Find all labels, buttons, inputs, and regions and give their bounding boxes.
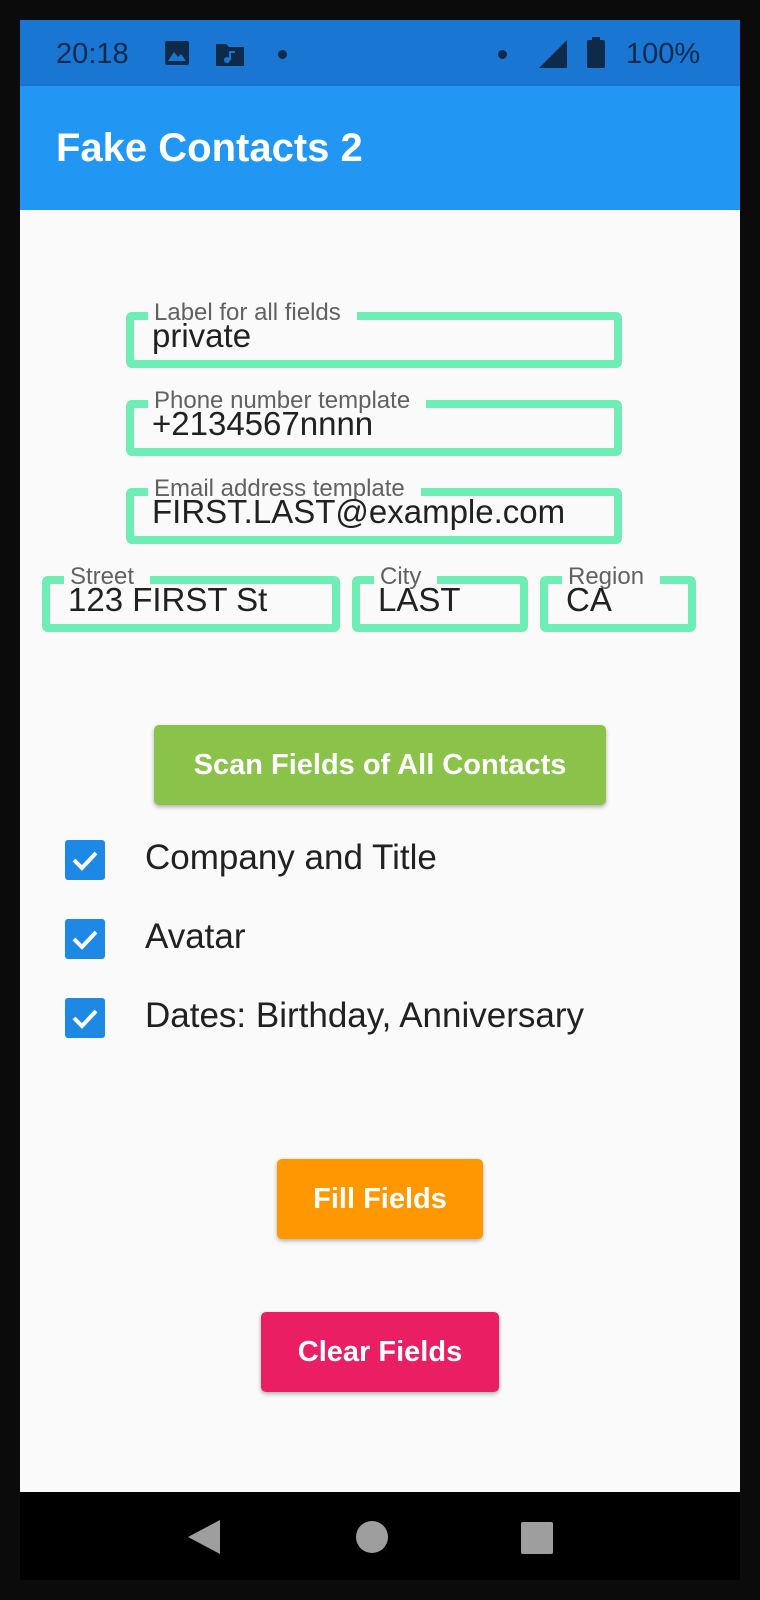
- scan-fields-button[interactable]: Scan Fields of All Contacts: [154, 725, 606, 805]
- field-value[interactable]: LAST: [378, 580, 461, 620]
- signal-icon: [537, 38, 569, 75]
- fill-fields-button[interactable]: Fill Fields: [277, 1159, 483, 1239]
- music-folder-icon: [214, 40, 246, 73]
- checkbox-dates[interactable]: [65, 998, 105, 1038]
- field-value[interactable]: FIRST.LAST@example.com: [152, 492, 565, 532]
- street-input[interactable]: Street 123 FIRST St: [42, 564, 340, 632]
- email-template-input[interactable]: Email address template FIRST.LAST@exampl…: [126, 476, 622, 544]
- recents-icon[interactable]: [520, 1521, 554, 1560]
- city-input[interactable]: City LAST: [352, 564, 528, 632]
- dot-icon: [278, 50, 287, 59]
- app-title: Fake Contacts 2: [56, 126, 363, 170]
- field-value[interactable]: private: [152, 316, 251, 356]
- field-value[interactable]: +2134567nnnn: [152, 404, 373, 444]
- status-time: 20:18: [56, 38, 129, 70]
- app-bar: Fake Contacts 2: [20, 86, 740, 210]
- battery-percent: 100%: [626, 38, 701, 70]
- clear-fields-button[interactable]: Clear Fields: [261, 1312, 499, 1392]
- back-icon[interactable]: [186, 1518, 222, 1561]
- checkbox-label[interactable]: Dates: Birthday, Anniversary: [145, 996, 584, 1036]
- field-value[interactable]: CA: [566, 580, 612, 620]
- checkmark-icon: [72, 1009, 98, 1029]
- dot-icon: [498, 50, 507, 59]
- phone-screen: 20:18 100% Fake Contacts 2 Label for all…: [20, 20, 740, 1580]
- image-icon: [164, 40, 190, 71]
- checkbox-label[interactable]: Avatar: [145, 917, 246, 957]
- checkbox-label[interactable]: Company and Title: [145, 838, 437, 878]
- navigation-bar: [20, 1492, 740, 1580]
- field-value[interactable]: 123 FIRST St: [68, 580, 267, 620]
- region-input[interactable]: Region CA: [540, 564, 696, 632]
- checkmark-icon: [72, 930, 98, 950]
- status-bar: 20:18 100%: [20, 20, 740, 86]
- checkmark-icon: [72, 851, 98, 871]
- main-content: Label for all fields private Phone numbe…: [20, 210, 740, 1492]
- checkbox-company-title[interactable]: [65, 840, 105, 880]
- home-icon[interactable]: [355, 1520, 389, 1559]
- phone-template-input[interactable]: Phone number template +2134567nnnn: [126, 388, 622, 456]
- battery-icon: [586, 37, 606, 74]
- label-for-all-fields-input[interactable]: Label for all fields private: [126, 300, 622, 368]
- checkbox-avatar[interactable]: [65, 919, 105, 959]
